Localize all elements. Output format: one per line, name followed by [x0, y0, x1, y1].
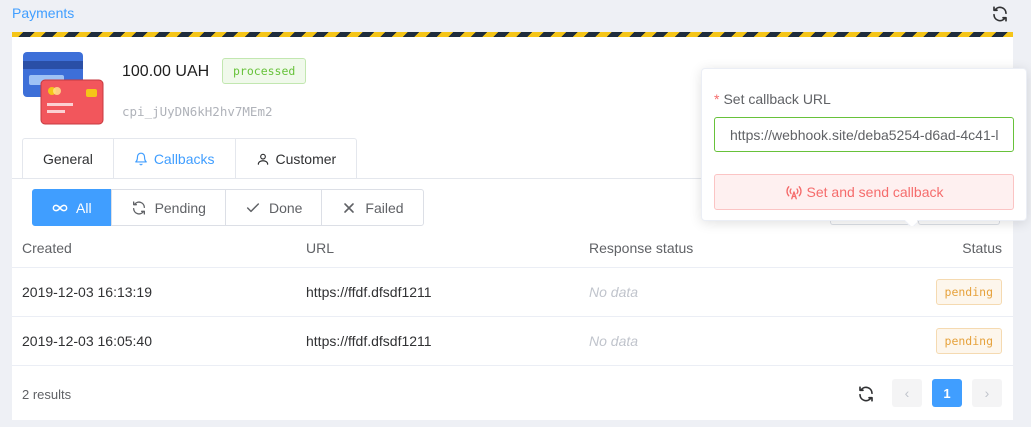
status-badge: pending: [935, 328, 1002, 354]
tab-callbacks-label: Callbacks: [153, 150, 215, 167]
callbacks-table: Created URL Response status Status 2019-…: [12, 228, 1013, 366]
payment-status-badge: processed: [222, 58, 307, 84]
filter-failed-label: Failed: [365, 199, 404, 216]
chevron-left-icon: ‹: [904, 385, 910, 401]
pagination-next-button[interactable]: ›: [972, 379, 1002, 407]
pagination-page-1[interactable]: 1: [932, 379, 962, 407]
tab-customer[interactable]: Customer: [234, 138, 358, 179]
cell-url: https://ffdf.dfsdf1211: [306, 333, 432, 349]
broadcast-icon: [785, 186, 802, 200]
set-and-send-callback-button[interactable]: Set and send callback: [714, 174, 1014, 210]
close-icon: [344, 202, 355, 213]
results-count: 2 results: [22, 387, 72, 402]
tab-general[interactable]: General: [22, 138, 114, 179]
filter-failed-button[interactable]: Failed: [321, 189, 424, 226]
detail-tabs: General Callbacks Customer: [22, 138, 358, 179]
popover-arrow: [905, 220, 917, 226]
check-icon: [246, 202, 260, 212]
filter-pending-label: Pending: [154, 199, 206, 216]
table-row[interactable]: 2019-12-03 16:13:19 https://ffdf.dfsdf12…: [12, 268, 1013, 317]
callback-url-label: * Set callback URL: [714, 91, 831, 107]
chevron-right-icon: ›: [984, 385, 990, 401]
tab-general-label: General: [43, 150, 93, 167]
status-badge: pending: [935, 279, 1002, 305]
column-response-status[interactable]: Response status: [579, 240, 862, 256]
infinity-icon: [52, 204, 68, 211]
cell-url: https://ffdf.dfsdf1211: [306, 284, 432, 300]
refresh-icon[interactable]: [857, 385, 875, 403]
bell-icon: [134, 152, 147, 165]
filter-pending-button[interactable]: Pending: [110, 189, 226, 226]
set-and-send-callback-label: Set and send callback: [806, 184, 944, 200]
callback-filter-group: All Pending Done Failed: [32, 189, 424, 226]
required-mark: *: [714, 91, 720, 107]
payment-amount: 100.00 UAH: [122, 63, 210, 80]
payment-id: cpi_jUyDN6kH2hv7MEm2: [122, 104, 273, 119]
pagination-prev-button[interactable]: ‹: [892, 379, 922, 407]
cell-created: 2019-12-03 16:05:40: [22, 333, 152, 349]
column-status[interactable]: Status: [862, 240, 1013, 256]
page-title: Payments: [12, 5, 75, 21]
top-bar: Payments: [0, 0, 1031, 32]
table-header: Created URL Response status Status: [12, 228, 1013, 268]
filter-done-button[interactable]: Done: [224, 189, 323, 226]
cell-created: 2019-12-03 16:13:19: [22, 284, 152, 300]
credit-cards-icon: [23, 52, 104, 125]
cell-response-status: No data: [589, 284, 639, 300]
table-row[interactable]: 2019-12-03 16:05:40 https://ffdf.dfsdf12…: [12, 317, 1013, 366]
column-url[interactable]: URL: [296, 240, 579, 256]
column-created[interactable]: Created: [12, 240, 296, 256]
user-icon: [257, 153, 268, 165]
filter-all-button[interactable]: All: [32, 189, 112, 226]
filter-all-label: All: [76, 199, 92, 216]
tab-callbacks[interactable]: Callbacks: [112, 138, 236, 179]
cell-response-status: No data: [589, 333, 639, 349]
callback-url-input[interactable]: [714, 117, 1014, 152]
tab-customer-label: Customer: [275, 150, 337, 167]
refresh-icon: [132, 200, 145, 215]
refresh-icon[interactable]: [991, 5, 1009, 23]
callback-url-popover: *Set callback URL Set and send callback: [701, 68, 1027, 221]
filter-done-label: Done: [268, 199, 303, 216]
callback-url-label-text: Set callback URL: [723, 91, 831, 107]
